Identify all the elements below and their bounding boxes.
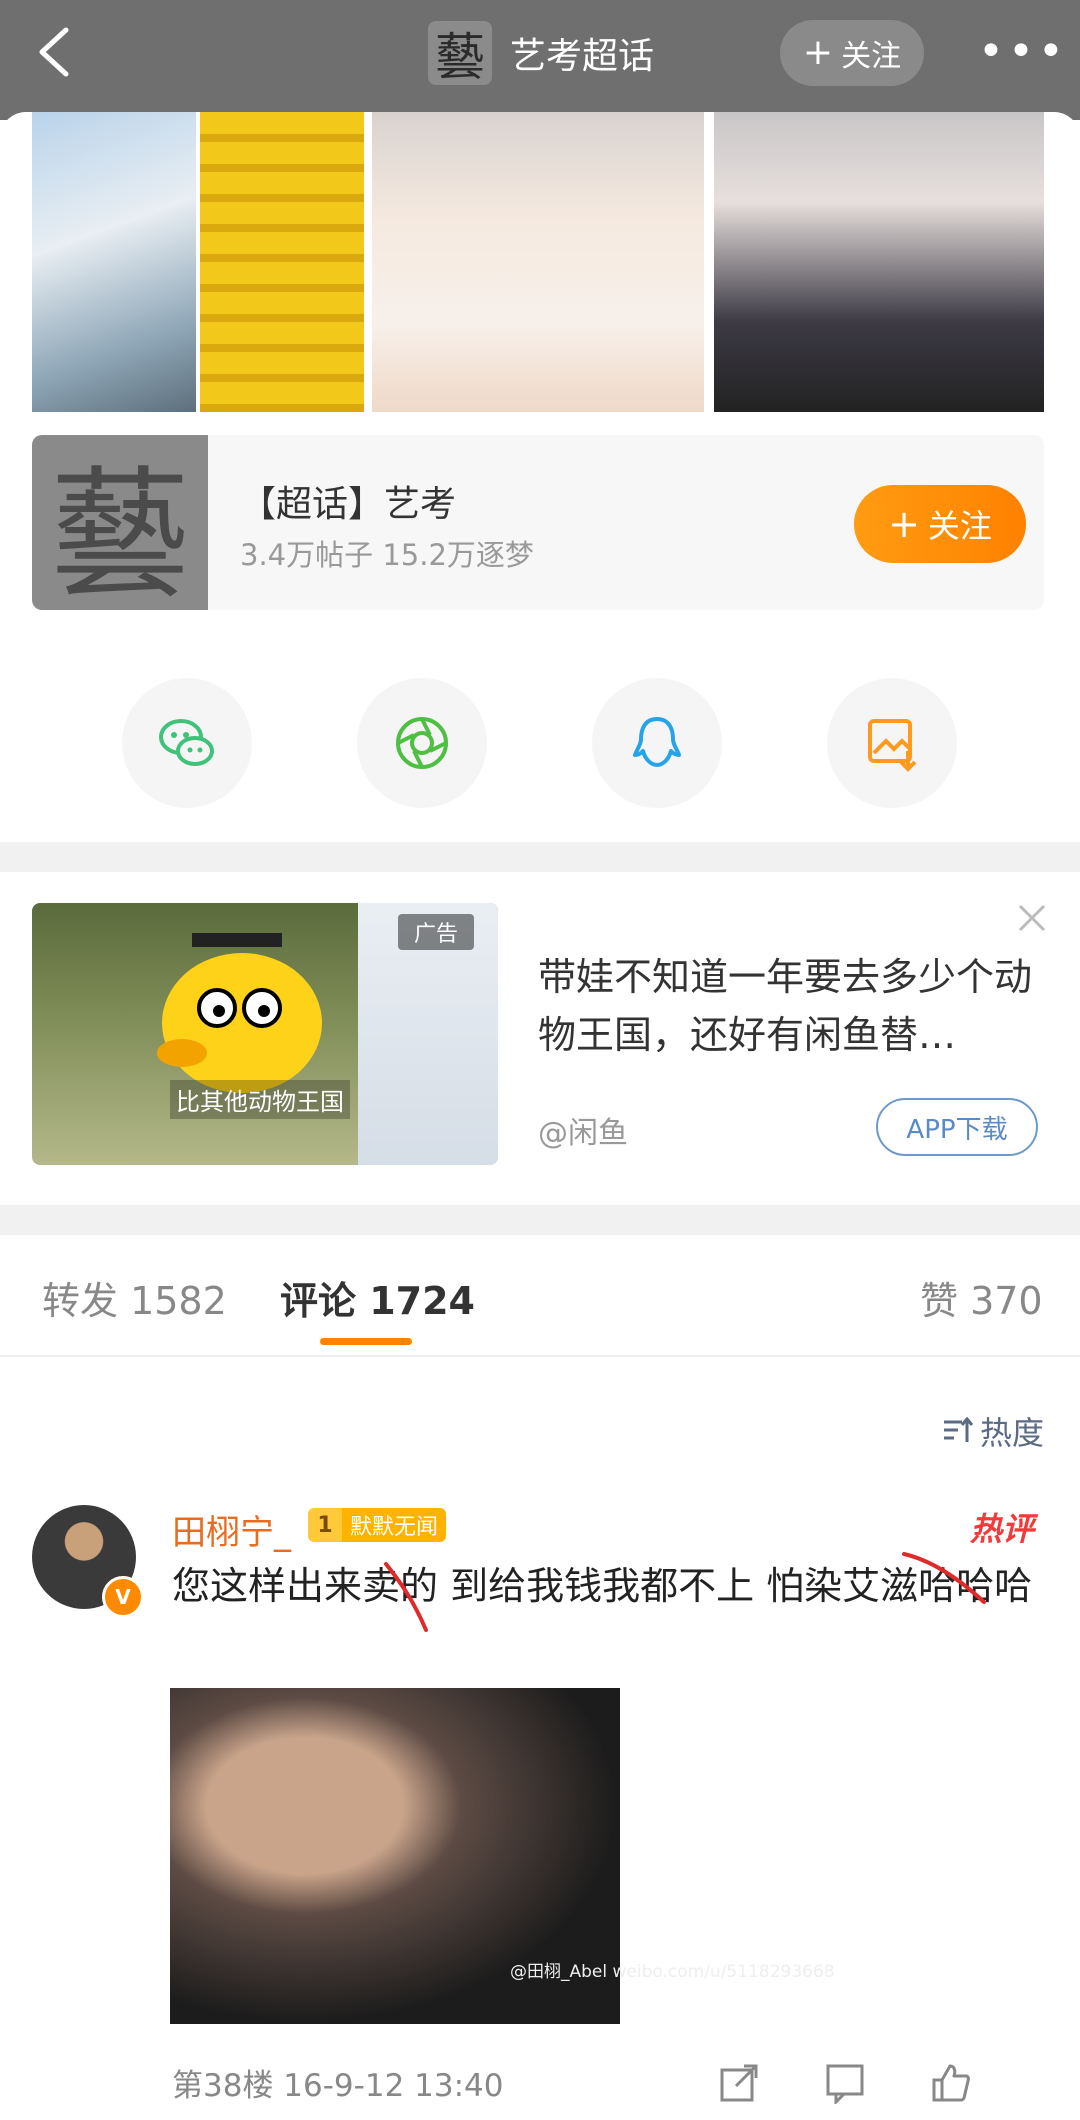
plus-icon: + xyxy=(888,502,920,546)
header-follow-button[interactable]: + 关注 xyxy=(780,20,924,86)
hot-comment-badge: 热评 xyxy=(970,1510,1035,1548)
comment-floor-meta: 第38楼 16-9-12 13:40 xyxy=(172,2068,504,2104)
topic-follow-button[interactable]: + 关注 xyxy=(854,485,1026,563)
share-comment-button[interactable] xyxy=(718,2062,760,2104)
close-icon xyxy=(1018,904,1046,932)
topic-photo-1[interactable] xyxy=(32,112,196,412)
tab-comment[interactable]: 评论 1724 xyxy=(280,1270,475,1325)
topic-meta: 3.4万帖子 15.2万逐梦 xyxy=(240,538,534,572)
topic-photo-4[interactable] xyxy=(714,112,1044,412)
ad-image-caption: 比其他动物王国 xyxy=(170,1080,350,1119)
fan-medal[interactable]: 1 默默无闻 xyxy=(308,1508,447,1542)
share-qq-button[interactable] xyxy=(592,678,722,808)
section-divider xyxy=(0,842,1080,872)
share-wechat-button[interactable] xyxy=(122,678,252,808)
save-image-button[interactable] xyxy=(827,678,957,808)
plus-icon: + xyxy=(802,32,834,73)
comment-username[interactable]: 田栩宁_ xyxy=(172,1505,291,1554)
save-image-icon xyxy=(868,719,917,772)
medal-level: 1 xyxy=(308,1508,342,1542)
topic-logo: 藝 xyxy=(32,435,208,617)
back-button[interactable] xyxy=(28,22,88,82)
ad-download-button[interactable]: APP下载 xyxy=(876,1098,1038,1156)
wechat-icon xyxy=(159,719,214,766)
topic-name: 【超话】艺考 xyxy=(240,484,457,525)
topic-logo-small: 藝 xyxy=(428,21,492,86)
red-annotation-stroke-2 xyxy=(902,1552,986,1604)
sort-label: 热度 xyxy=(980,1414,1045,1452)
ad-close-button[interactable] xyxy=(1012,898,1052,938)
topic-follow-label: 关注 xyxy=(927,507,992,545)
share-moments-button[interactable] xyxy=(357,678,487,808)
more-dots-icon: ••• xyxy=(978,26,1068,77)
ad-source[interactable]: @闲鱼 xyxy=(538,1108,628,1152)
tab-like[interactable]: 赞 370 xyxy=(920,1270,1043,1325)
share-arrow-icon xyxy=(720,2064,758,2102)
verified-badge-icon: V xyxy=(102,1576,144,1618)
comment-icon xyxy=(826,2064,864,2106)
page-title: 艺考超话 xyxy=(510,36,655,77)
ad-headline[interactable]: 带娃不知道一年要去多少个动物王国，还好有闲鱼替… xyxy=(538,948,1048,1064)
topic-photo-3[interactable] xyxy=(372,112,704,412)
section-divider-2 xyxy=(0,1205,1080,1235)
active-tab-indicator xyxy=(320,1338,412,1345)
thumb-up-icon xyxy=(932,2064,970,2102)
image-watermark: @田栩_Abel weibo.com/u/5118293668 xyxy=(510,1962,835,1982)
chevron-left-icon xyxy=(39,27,69,77)
sort-icon xyxy=(944,1416,974,1442)
moments-icon xyxy=(396,717,448,769)
medal-text: 默默无闻 xyxy=(342,1508,447,1542)
sort-toggle[interactable]: 热度 xyxy=(940,1408,1044,1454)
qq-icon xyxy=(633,717,681,767)
reply-button[interactable] xyxy=(824,2062,866,2106)
topic-photo-2[interactable] xyxy=(200,112,364,412)
red-annotation-stroke xyxy=(384,1562,428,1632)
ad-tag: 广告 xyxy=(398,914,474,950)
tabs-divider xyxy=(0,1355,1080,1357)
tab-repost[interactable]: 转发 1582 xyxy=(42,1270,227,1325)
more-button[interactable]: ••• xyxy=(978,22,1064,82)
like-button[interactable] xyxy=(930,2062,972,2104)
header-title-group: 藝 艺考超话 xyxy=(428,18,654,88)
header-follow-label: 关注 xyxy=(841,39,902,74)
